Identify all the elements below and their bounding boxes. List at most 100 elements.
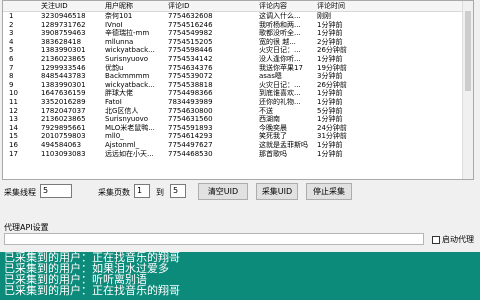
table-body: 1 3230946518 奈何101 7754632608 这调入什么... 刚刚 2 128…: [3, 12, 473, 158]
cell-comment-content: 这调入什么...: [259, 12, 301, 20]
cell-nickname: Surisnyuovo: [105, 115, 149, 124]
stop-button[interactable]: 停止采集: [306, 183, 352, 200]
cell-comment-id: 7754539072: [168, 72, 213, 81]
table-row[interactable]: 12 1782047037 北G区信人 7754630800 不送 5分钟前: [3, 107, 473, 116]
cell-comment-id: 7754549982: [168, 29, 213, 38]
threads-label: 采集线程: [4, 188, 36, 197]
pages-to-label: 到: [156, 188, 164, 197]
controls-bar: 采集线程 5 采集页数 1 到 5 清空UID 采集UID 停止采集: [4, 183, 474, 201]
cell-nickname: wickyatback...: [105, 80, 155, 89]
header-comment-time: 评论时间: [317, 2, 345, 10]
cell-comment-content: 笑死我了: [259, 132, 287, 141]
cell-index: 6: [9, 54, 14, 63]
cell-comment-time: 1分钟前: [317, 97, 343, 106]
cell-comment-content: 还你的礼物...: [259, 97, 301, 106]
cell-uid: 383628418: [41, 37, 82, 46]
table-row[interactable]: 2 1289731762 IVnoI 7754516246 我听杨和两... 1分钟前: [3, 21, 473, 30]
table-row[interactable]: 10 1647636159 胖球大佬 7754498366 到底谁喜欢... 1分钟前: [3, 89, 473, 98]
cell-index: 14: [9, 123, 18, 132]
proxy-api-input[interactable]: [4, 233, 424, 245]
cell-index: 2: [9, 20, 14, 29]
header-uid: 关注UID: [41, 2, 68, 10]
collect-uid-button[interactable]: 采集UID: [256, 183, 298, 200]
cell-nickname: Surisnyuovo: [105, 54, 149, 63]
clear-uid-button[interactable]: 清空UID: [198, 183, 248, 200]
cell-index: 13: [9, 115, 18, 124]
table-row[interactable]: 14 7929895661 MLO米老鼠鸭... 7754591893 今晚奕晨 24分钟…: [3, 124, 473, 133]
cell-index: 8: [9, 72, 14, 81]
cell-comment-id: 7754630800: [168, 106, 213, 115]
header-nickname: 用户昵称: [105, 2, 133, 10]
cell-comment-time: 24分钟前: [317, 123, 347, 132]
cell-index: 1: [9, 12, 14, 20]
table-row[interactable]: 9 1383990301 wickyatback... 7754538818 火灾日记：…: [3, 81, 473, 90]
proxy-section-label: 代理API设置: [4, 223, 49, 232]
comments-table[interactable]: 关注UID 用户昵称 评论ID 评论内容 评论时间 1 3230946518 奈何1…: [2, 0, 474, 180]
cell-uid: 1289731762: [41, 20, 86, 29]
cell-index: 9: [9, 80, 14, 89]
cell-nickname: 辛德瑞拉-mm: [105, 29, 150, 38]
table-row[interactable]: 15 2010759803 mll0_ 7754614293 笑死我了 31分钟前: [3, 132, 473, 141]
cell-comment-time: 1分钟前: [317, 140, 343, 149]
cell-comment-time: 19分钟前: [317, 63, 347, 72]
cell-comment-time: 1分钟前: [317, 115, 343, 124]
cell-comment-time: 26分钟前: [317, 80, 347, 89]
cell-nickname: 远远如在小天...: [105, 149, 154, 158]
cell-comment-content: 宽的很 越...: [259, 37, 296, 46]
cell-comment-content: 到底谁喜欢...: [259, 89, 301, 98]
cell-uid: 1383990301: [41, 80, 86, 89]
cell-uid: 2010759803: [41, 132, 86, 141]
cell-comment-content: 这就是孟菲斯吗: [259, 140, 308, 149]
cell-uid: 2136023865: [41, 115, 86, 124]
cell-index: 4: [9, 37, 14, 46]
cell-comment-time: 2分钟前: [317, 37, 343, 46]
cell-comment-content: 我送你苹果17: [259, 63, 303, 72]
table-row[interactable]: 1 3230946518 奈何101 7754632608 这调入什么... 刚刚: [3, 12, 473, 21]
threads-input[interactable]: 5: [40, 184, 72, 198]
cell-nickname: Backmmmm: [105, 72, 150, 81]
cell-nickname: MLO米老鼠鸭...: [105, 123, 155, 132]
cell-comment-content: 没人逢你听...: [259, 54, 301, 63]
cell-nickname: Ajstonml_: [105, 140, 140, 149]
table-row[interactable]: 11 3352016289 FatoI 7834493989 还你的礼物... 1分钟前: [3, 98, 473, 107]
cell-comment-content: 火灾日记：...: [259, 46, 301, 55]
cell-comment-id: 7754538818: [168, 80, 213, 89]
cell-uid: 3230946518: [41, 12, 86, 20]
table-row[interactable]: 17 1103093083 远远如在小天... 7754468530 那首歌吗 1分钟前: [3, 150, 473, 159]
cell-comment-id: 7754515205: [168, 37, 213, 46]
enable-proxy-toggle[interactable]: 启动代理: [432, 234, 474, 245]
cell-nickname: 胖球大佬: [105, 89, 133, 98]
table-row[interactable]: 6 2136023865 Surisnyuovo 7754534142 没人逢你听...…: [3, 55, 473, 64]
cell-index: 3: [9, 29, 14, 38]
table-row[interactable]: 7 1299933546 优韵u 7754634376 我送你苹果17 19分钟前: [3, 64, 473, 73]
cell-comment-content: 火灾日记：...: [259, 80, 301, 89]
cell-comment-time: 3分钟前: [317, 72, 343, 81]
cell-index: 7: [9, 63, 14, 72]
table-row[interactable]: 16 494584063 Ajstonml_ 7754497627 这就是孟菲斯吗 1分钟…: [3, 141, 473, 150]
cell-nickname: wickyatback...: [105, 46, 155, 55]
cell-uid: 8485443783: [41, 72, 86, 81]
cell-comment-id: 7834493989: [168, 97, 213, 106]
cell-uid: 1383990301: [41, 46, 86, 55]
table-row[interactable]: 5 1383990301 wickyatback... 7754598446 火灾日记：…: [3, 46, 473, 55]
cell-comment-time: 31分钟前: [317, 132, 347, 141]
cell-comment-content: 不送: [259, 106, 273, 115]
cell-comment-time: 1分钟前: [317, 29, 343, 38]
table-row[interactable]: 4 383628418 mllunna 7754515205 宽的很 越... 2分钟前: [3, 38, 473, 47]
pages-to-input[interactable]: 5: [170, 184, 186, 198]
cell-comment-content: 西湖南: [259, 115, 280, 124]
cell-comment-time: 刚刚: [317, 12, 331, 20]
cell-index: 15: [9, 132, 18, 141]
enable-proxy-checkbox[interactable]: [432, 235, 440, 244]
table-scrollbar[interactable]: [462, 1, 473, 179]
header-comment-content: 评论内容: [259, 2, 287, 10]
pages-from-input[interactable]: 1: [134, 184, 150, 198]
cell-comment-id: 7754598446: [168, 46, 213, 55]
scrollbar-thumb[interactable]: [465, 11, 471, 91]
cell-comment-id: 7754516246: [168, 20, 213, 29]
cell-comment-content: 我听杨和两...: [259, 20, 301, 29]
table-row[interactable]: 8 8485443783 Backmmmm 7754539072 asas嗯 3分钟前: [3, 72, 473, 81]
cell-nickname: 优韵u: [105, 63, 124, 72]
table-row[interactable]: 13 2136023865 Surisnyuovo 7754631560 西湖南 1分钟前: [3, 115, 473, 124]
table-row[interactable]: 3 3908759463 辛德瑞拉-mm 7754549982 歌都没听全... 1分钟前: [3, 29, 473, 38]
